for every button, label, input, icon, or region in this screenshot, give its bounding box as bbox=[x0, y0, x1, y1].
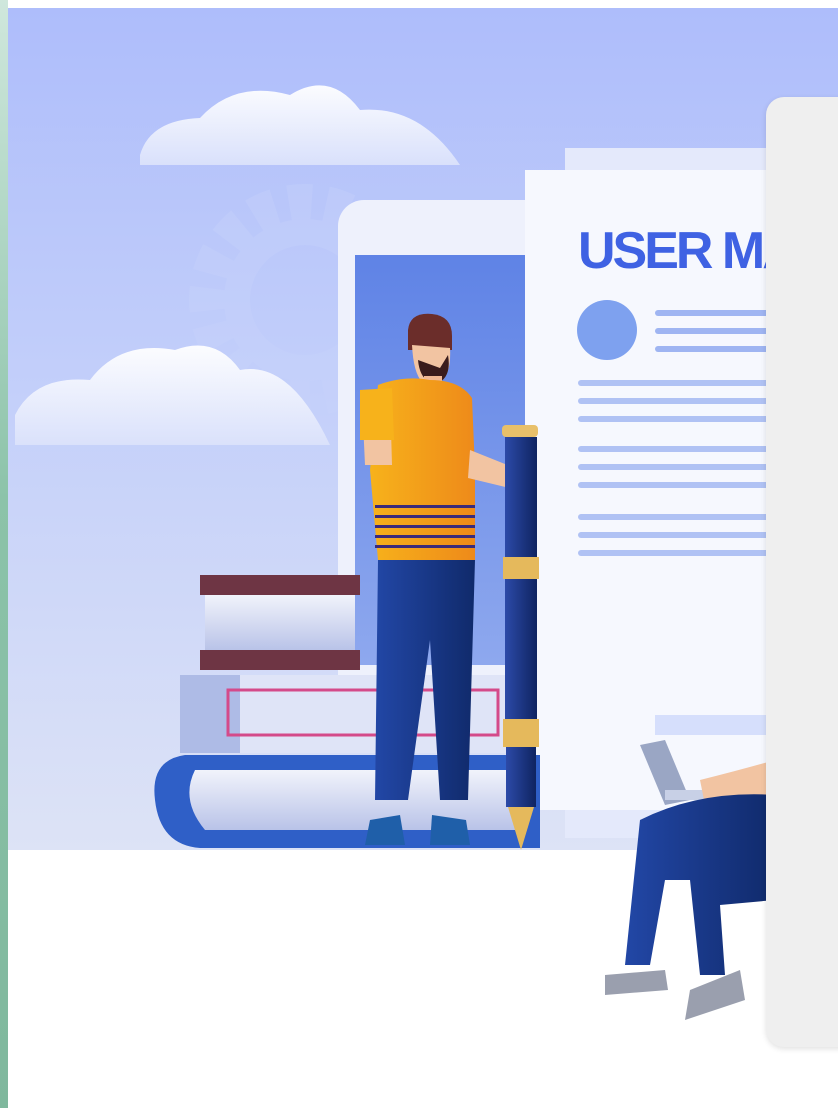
page-frame: USER MAI bbox=[0, 0, 838, 1108]
pen-icon bbox=[502, 425, 539, 850]
cloud-icon bbox=[140, 85, 460, 165]
side-panel bbox=[766, 97, 838, 1047]
user-manual-illustration: USER MAI bbox=[15, 85, 811, 1020]
